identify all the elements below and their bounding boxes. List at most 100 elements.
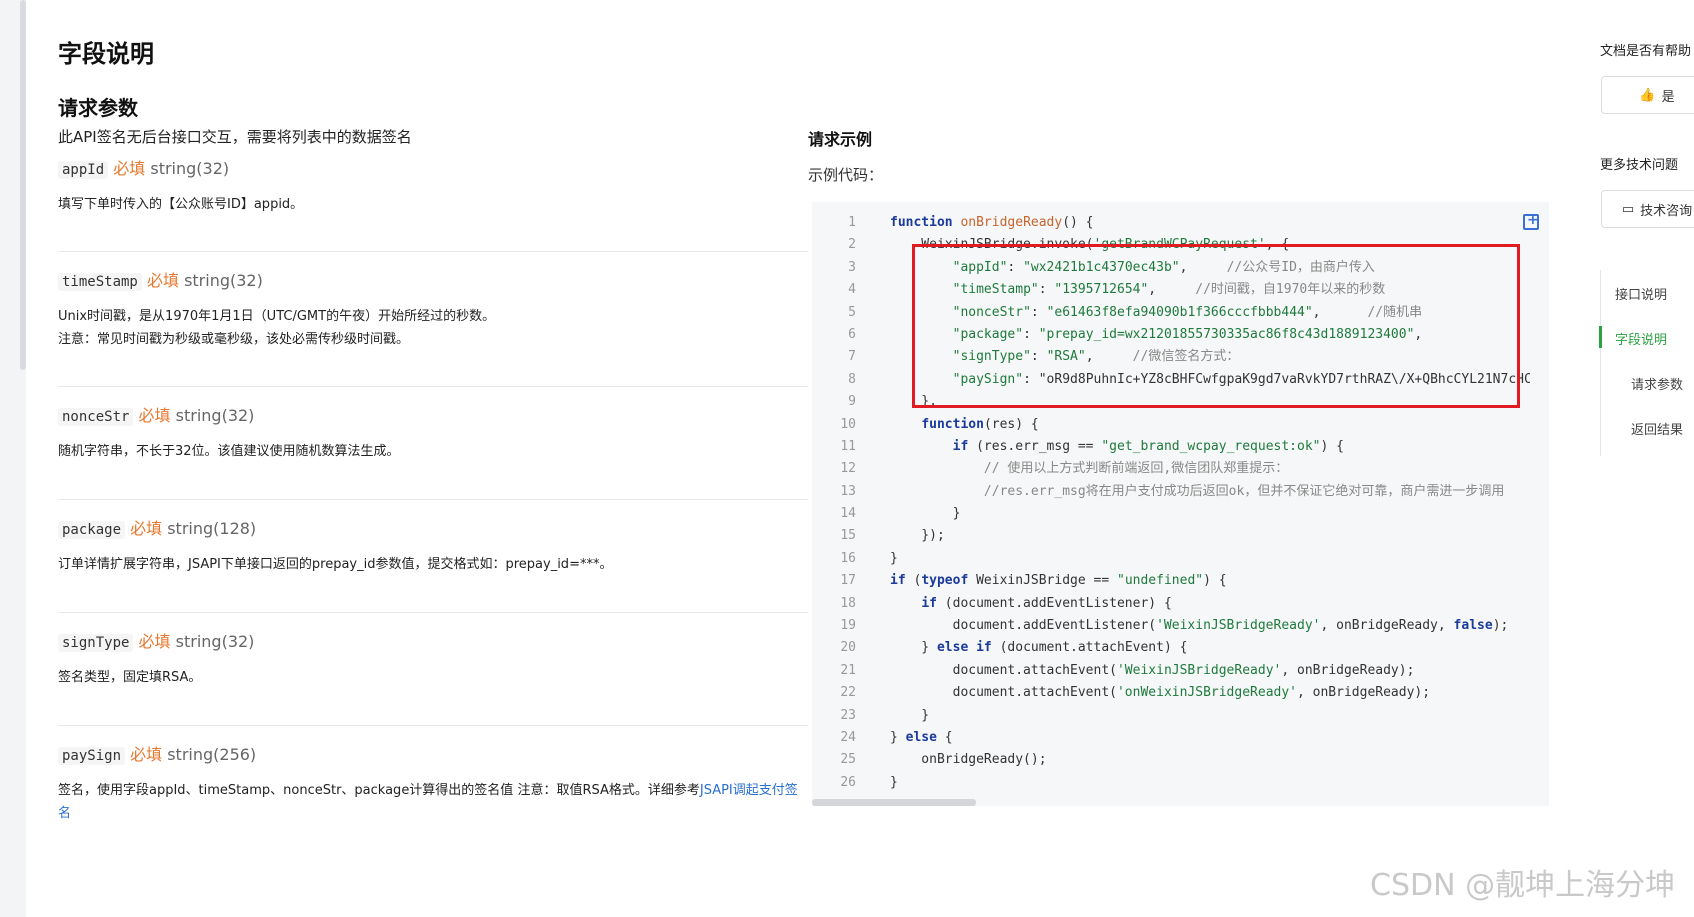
code-lines: 1 function onBridgeReady() { 2 WeixinJSBri… — [812, 212, 1549, 794]
line-number: 20 — [840, 640, 856, 656]
example-label: 示例代码： — [808, 166, 884, 184]
line-number: 3 — [848, 259, 856, 275]
param-name: package — [58, 521, 126, 539]
code-line: 21 document.attachEvent('WeixinJSBridgeR… — [812, 660, 1549, 682]
param-type: string(32) — [175, 406, 255, 425]
code-text: if (document.addEventListener) { — [921, 595, 1172, 611]
code-line: 24} else { — [812, 727, 1549, 749]
line-number: 22 — [840, 685, 856, 701]
code-line: 18 if (document.addEventListener) { — [812, 593, 1549, 615]
code-line: 10 function(res) { — [812, 414, 1549, 436]
copy-icon[interactable] — [1523, 212, 1539, 230]
code-text: document.addEventListener('WeixinJSBridg… — [890, 618, 1509, 634]
divider — [58, 612, 808, 613]
table-of-contents: 接口说明 字段说明 请求参数 返回结果 — [1599, 270, 1694, 456]
param-paysign: paySign 必填 string(256) 签名，使用字段appId、time… — [58, 744, 808, 825]
code-line: 13 //res.err_msg将在用户支付成功后返回ok，但并不保证它绝对可靠… — [812, 481, 1549, 503]
line-number: 24 — [840, 729, 856, 745]
line-number: 1 — [848, 215, 856, 230]
line-number: 8 — [848, 371, 856, 387]
line-number: 13 — [840, 483, 856, 499]
line-number: 12 — [840, 461, 856, 477]
code-line: 2 WeixinJSBridge.invoke('getBrandWCPayRe… — [812, 234, 1549, 256]
code-block[interactable]: 1 function onBridgeReady() { 2 WeixinJSBri… — [812, 202, 1549, 806]
code-text: //res.err_msg将在用户支付成功后返回ok，但并不保证它绝对可靠，商户… — [983, 483, 1505, 499]
code-line: 22 document.attachEvent('onWeixinJSBridg… — [812, 682, 1549, 704]
param-name: paySign — [58, 747, 126, 765]
param-desc: 订单详情扩展字符串，JSAPI下单接口返回的prepay_id参数值，提交格式如… — [58, 557, 613, 572]
example-title: 请求示例 — [808, 130, 873, 149]
line-number: 26 — [840, 774, 856, 790]
thumbs-up-icon: 👍 — [1639, 87, 1656, 103]
code-text: // 使用以上方式判断前端返回,微信团队郑重提示： — [983, 461, 1289, 477]
code-text: document.attachEvent('onWeixinJSBridgeRe… — [890, 685, 1431, 701]
code-text: } else if (document.attachEvent) { — [890, 640, 1188, 656]
param-note: 注意：常见时间戳为秒级或毫秒级，该处必需传秒级时间戳。 — [58, 332, 410, 347]
param-desc: 签名，使用字段appId、timeStamp、nonceStr、package计… — [58, 783, 700, 798]
line-number: 15 — [840, 528, 856, 544]
toc-item[interactable]: 请求参数 — [1631, 374, 1683, 393]
code-line: 8 "paySign": "oR9d8PuhnIc+YZ8cBHFCwfgpaK… — [812, 369, 1549, 391]
code-line: 23 } — [812, 705, 1549, 727]
code-line: 25 onBridgeReady(); — [812, 749, 1549, 771]
page-title: 字段说明 — [58, 40, 154, 68]
toc-item[interactable]: 接口说明 — [1615, 284, 1667, 303]
tech-consult-button[interactable]: ▭ 技术咨询 — [1601, 190, 1694, 228]
line-number: 19 — [840, 618, 856, 634]
code-line: 12 // 使用以上方式判断前端返回,微信团队郑重提示： — [812, 458, 1549, 480]
code-line: 6 "package": "prepay_id=wx21201855730335… — [812, 324, 1549, 346]
left-scroll-rail[interactable] — [0, 0, 26, 917]
code-text: } — [890, 506, 961, 522]
param-desc: Unix时间戳，是从1970年1月1日（UTC/GMT的午夜）开始所经过的秒数。 — [58, 309, 496, 324]
param-type: string(32) — [175, 632, 255, 651]
code-line: 4 "timeStamp": "1395712654", //时间戳，自1970… — [812, 279, 1549, 301]
code-line: 7 "signType": "RSA", //微信签名方式： — [812, 346, 1549, 368]
left-scrollbar-thumb[interactable] — [20, 0, 26, 370]
required-badge: 必填 — [138, 406, 171, 425]
code-line: 9 }, — [812, 391, 1549, 413]
code-text: } — [890, 774, 898, 790]
code-text: if (typeof WeixinJSBridge == "undefined"… — [890, 573, 1227, 589]
param-timestamp: timeStamp 必填 string(32) Unix时间戳，是从1970年1… — [58, 270, 808, 351]
code-text: "nonceStr": "e61463f8efa94090b1f366cccfb… — [952, 304, 1423, 320]
line-number: 5 — [848, 304, 856, 320]
code-text: }, — [890, 394, 937, 410]
code-text: onBridgeReady(); — [890, 752, 1047, 768]
yes-label: 是 — [1661, 89, 1675, 105]
code-line: 1 function onBridgeReady() { — [812, 212, 1549, 234]
code-text: document.attachEvent('WeixinJSBridgeRead… — [890, 662, 1415, 678]
toc-item[interactable]: 返回结果 — [1631, 419, 1683, 438]
code-text: "package": "prepay_id=wx21201855730335ac… — [952, 326, 1423, 342]
line-number: 23 — [840, 707, 856, 723]
required-badge: 必填 — [113, 159, 146, 178]
code-line: 26} — [812, 772, 1549, 794]
code-text: "paySign": "oR9d8PuhnIc+YZ8cBHFCwfgpaK9g… — [952, 371, 1530, 387]
watermark: CSDN @靓坤上海分坤 — [1370, 868, 1676, 903]
horizontal-scrollbar[interactable] — [812, 799, 976, 806]
divider — [58, 386, 808, 387]
helpful-yes-button[interactable]: 👍 是 — [1601, 76, 1694, 114]
param-desc: 随机字符串，不长于32位。该值建议使用随机数算法生成。 — [58, 444, 400, 459]
code-text: "signType": "RSA", //微信签名方式： — [952, 349, 1240, 365]
param-name: nonceStr — [58, 408, 134, 426]
helpful-question: 文档是否有帮助 — [1600, 44, 1692, 59]
code-line: 14 } — [812, 503, 1549, 525]
param-desc: 填写下单时传入的【公众账号ID】appid。 — [58, 197, 304, 212]
required-badge: 必填 — [138, 632, 171, 651]
code-line: 17 if (typeof WeixinJSBridge == "undefine… — [812, 570, 1549, 592]
param-type: string(256) — [167, 745, 257, 764]
toc-item-active[interactable]: 字段说明 — [1615, 329, 1667, 348]
more-questions-label: 更多技术问题 — [1600, 158, 1679, 173]
code-line: 20 } else if (document.attachEvent) { — [812, 637, 1549, 659]
param-desc: 签名类型，固定填RSA。 — [58, 670, 202, 685]
code-line: 3 "appId": "wx2421b1c4370ec43b", //公众号ID… — [812, 257, 1549, 279]
line-number: 2 — [848, 237, 856, 253]
required-badge: 必填 — [130, 519, 163, 538]
chat-icon: ▭ — [1621, 201, 1635, 217]
code-text: } — [890, 550, 898, 566]
intro-text: 此API签名无后台接口交互，需要将列表中的数据签名 — [58, 128, 412, 146]
line-number: 17 — [840, 573, 856, 589]
code-text: function onBridgeReady() { — [890, 215, 1094, 230]
code-line: 5 "nonceStr": "e61463f8efa94090b1f366ccc… — [812, 302, 1549, 324]
param-type: string(32) — [150, 159, 230, 178]
